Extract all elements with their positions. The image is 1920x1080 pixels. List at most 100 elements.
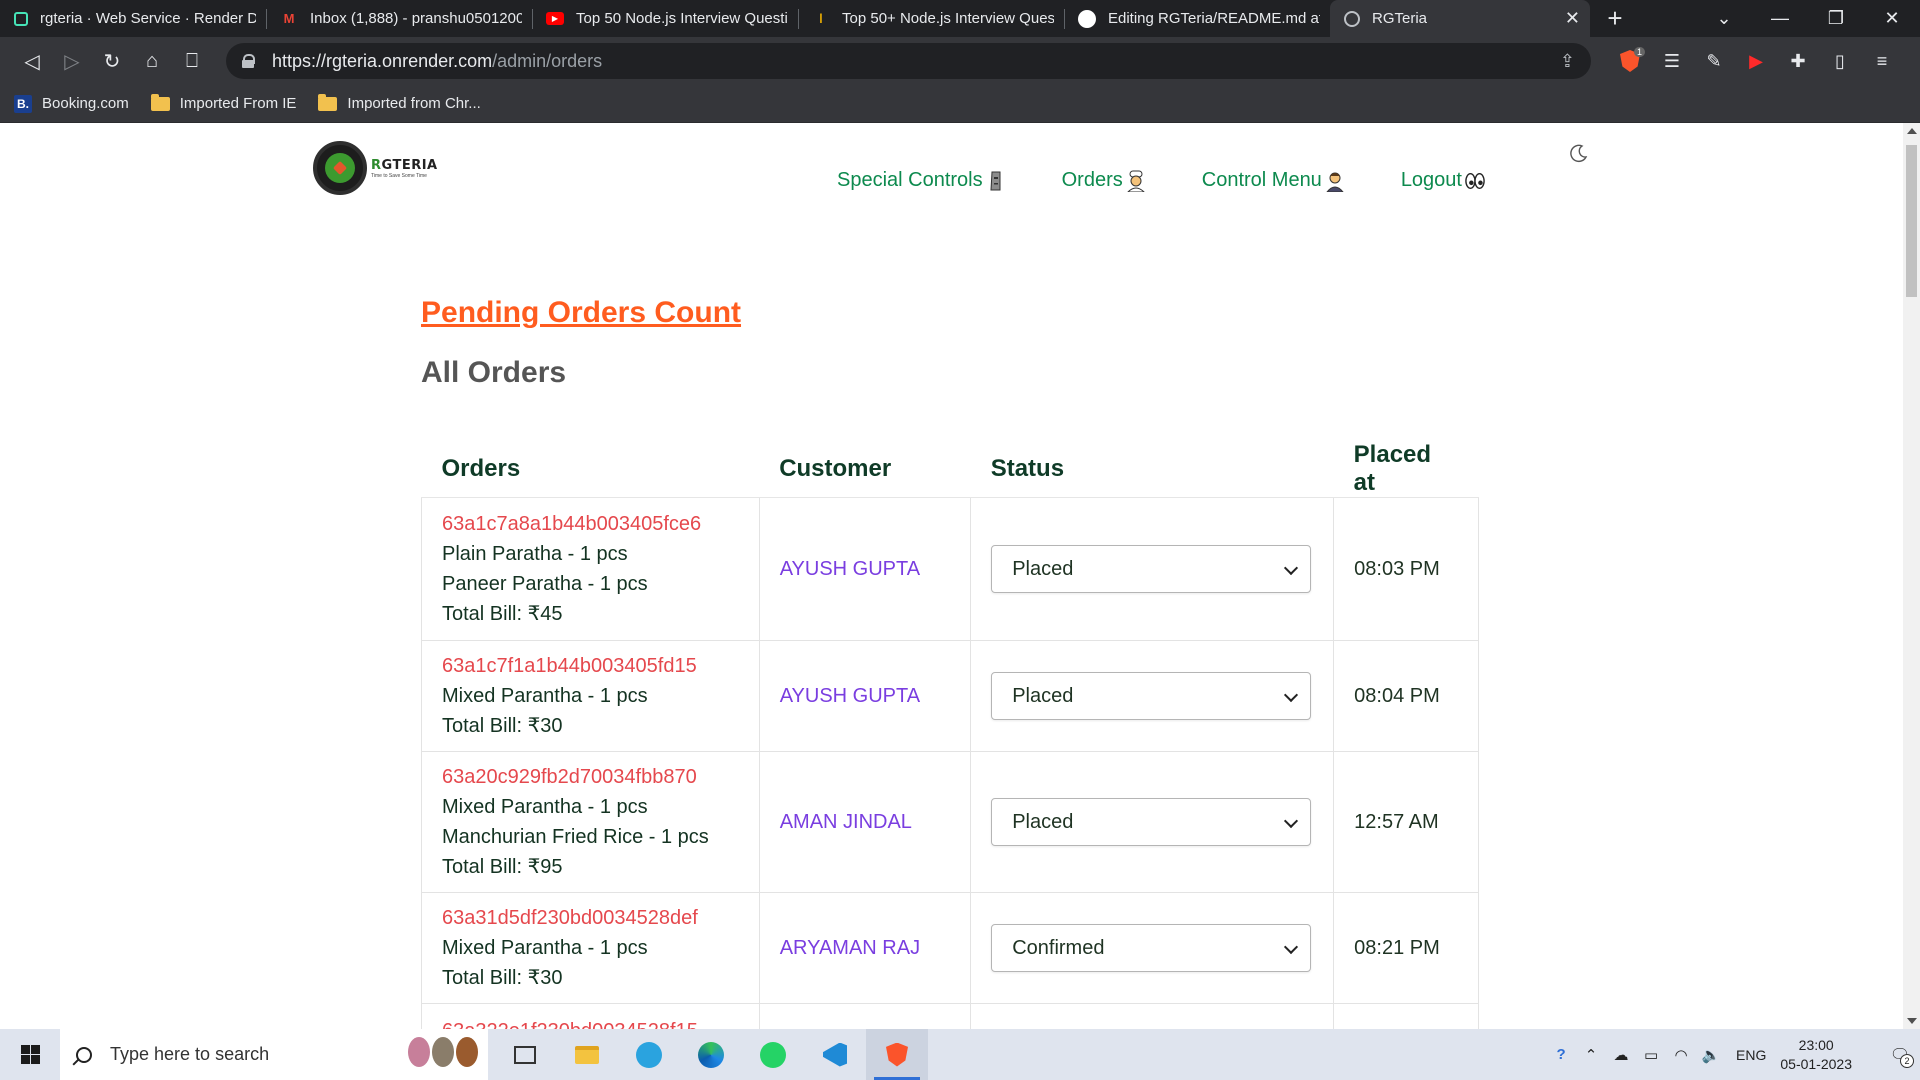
window-close-button[interactable]: ✕ xyxy=(1864,0,1920,37)
chevron-up-icon[interactable]: ⌃ xyxy=(1576,1046,1606,1064)
home-button[interactable]: ⌂ xyxy=(132,43,172,79)
task-view-button[interactable] xyxy=(494,1029,556,1080)
browser-tab[interactable]: Editing RGTeria/README.md at m xyxy=(1064,0,1330,37)
eyes-icon xyxy=(1465,170,1485,192)
status-select[interactable]: Placed xyxy=(991,798,1312,846)
file-explorer-button[interactable] xyxy=(556,1029,618,1080)
pending-orders-count-link[interactable]: Pending Orders Count xyxy=(421,296,741,330)
language-indicator[interactable]: ENG xyxy=(1736,1047,1766,1063)
status-cell xyxy=(970,1003,1335,1029)
clock[interactable]: 23:00 05-01-2023 xyxy=(1780,1036,1852,1074)
brave-icon xyxy=(886,1042,908,1067)
order-id[interactable]: 63a31d5df230bd0034528def xyxy=(442,903,739,933)
column-header-customer: Customer xyxy=(759,441,971,498)
new-tab-button[interactable]: + xyxy=(1590,0,1640,37)
back-button[interactable]: ◁ xyxy=(12,43,52,79)
folder-icon xyxy=(318,93,338,111)
order-id[interactable]: 63a20c929fb2d70034fbb870 xyxy=(442,762,739,792)
tab-title: Editing RGTeria/README.md at m xyxy=(1108,10,1320,27)
address-bar[interactable]: https://rgteria.onrender.com/admin/order… xyxy=(226,43,1591,79)
extensions-icon[interactable]: ✚ xyxy=(1777,43,1819,79)
pen-icon[interactable]: ✎ xyxy=(1693,43,1735,79)
start-button[interactable] xyxy=(0,1029,60,1080)
reading-list-icon[interactable]: ☰ xyxy=(1651,43,1693,79)
scrollbar-thumb[interactable] xyxy=(1906,145,1917,297)
table-row: 63a20c929fb2d70034fbb870 Mixed Parantha … xyxy=(421,751,1479,893)
placed-at-cell xyxy=(1333,1003,1479,1029)
edge-button[interactable] xyxy=(680,1029,742,1080)
dark-mode-toggle-icon[interactable] xyxy=(1569,143,1589,163)
browser-tab[interactable]: rgteria · Web Service · Render D xyxy=(0,0,266,37)
order-id[interactable]: 63a1c7f1a1b44b003405fd15 xyxy=(442,651,739,681)
system-tray: ? ⌃ ☁ ▭ ◠ 🔈 ENG 23:00 05-01-2023 🗨 2 xyxy=(1546,1029,1920,1080)
scroll-up-icon[interactable] xyxy=(1907,128,1917,134)
main-nav: Special Controls Orders Control Menu Log… xyxy=(837,169,1541,192)
close-icon[interactable]: ✕ xyxy=(1565,8,1580,29)
forward-button[interactable]: ▷ xyxy=(52,43,92,79)
status-select[interactable]: Placed xyxy=(991,545,1312,593)
orders-table: Orders Customer Status Placed at 63a1c7a… xyxy=(421,441,1479,1029)
order-item: Paneer Paratha - 1 pcs xyxy=(442,573,648,595)
youtube-icon: ▶ xyxy=(546,12,564,25)
share-icon[interactable]: ⇪ xyxy=(1560,51,1575,72)
notification-button[interactable]: 🗨 2 xyxy=(1880,1029,1920,1080)
volume-icon[interactable]: 🔈 xyxy=(1696,1046,1726,1064)
sidebar-icon[interactable]: ▯ xyxy=(1819,43,1861,79)
brave-shields-button[interactable]: 1 xyxy=(1609,43,1651,79)
url-host: https://rgteria.onrender.com xyxy=(272,50,493,71)
customer-name: AYUSH GUPTA xyxy=(758,497,972,641)
bookmarks-bar: B. Booking.com Imported From IE Imported… xyxy=(0,85,1920,123)
video-extension-icon[interactable]: ▶ xyxy=(1735,43,1777,79)
onedrive-icon[interactable]: ☁ xyxy=(1606,1046,1636,1064)
battery-icon[interactable]: ▭ xyxy=(1636,1046,1666,1064)
browser-tab-active[interactable]: RGTeria ✕ xyxy=(1330,0,1590,37)
brave-button[interactable] xyxy=(866,1029,928,1080)
order-id[interactable]: 63a322e1f230bd0034528f15 xyxy=(442,1016,739,1029)
article-icon: ǀ xyxy=(819,11,823,26)
tab-title: rgteria · Web Service · Render D xyxy=(40,10,256,27)
browser-tab[interactable]: ǀ Top 50+ Node.js Interview Questi xyxy=(798,0,1064,37)
restore-button[interactable]: ❐ xyxy=(1808,0,1864,37)
browser-tab[interactable]: ▶ Top 50 Node.js Interview Questio xyxy=(532,0,798,37)
menu-icon[interactable]: ≡ xyxy=(1861,43,1903,79)
page-scrollbar[interactable] xyxy=(1903,123,1920,1029)
site-logo[interactable]: RGTERIA Time to Save Some Time xyxy=(313,141,438,195)
whatsapp-button[interactable] xyxy=(742,1029,804,1080)
reload-button[interactable]: ↻ xyxy=(92,43,132,79)
chevron-down-icon xyxy=(1284,939,1299,955)
chevron-down-icon xyxy=(1284,813,1299,829)
nav-control-menu[interactable]: Control Menu xyxy=(1202,169,1345,192)
bookmark-booking[interactable]: B. Booking.com xyxy=(14,94,129,113)
scroll-down-icon[interactable] xyxy=(1907,1018,1917,1024)
clock-time: 23:00 xyxy=(1798,1036,1834,1053)
folder-icon xyxy=(150,93,170,111)
bookmark-icon[interactable]: ⎕ xyxy=(172,43,212,79)
browser-tab[interactable]: M Inbox (1,888) - pranshu05012002 xyxy=(266,0,532,37)
telegram-icon xyxy=(636,1041,662,1068)
order-cell: 63a20c929fb2d70034fbb870 Mixed Parantha … xyxy=(421,751,760,893)
taskbar-search[interactable]: Type here to search xyxy=(60,1029,488,1080)
logo-tagline: Time to Save Some Time xyxy=(371,172,427,179)
status-select[interactable]: Confirmed xyxy=(991,924,1312,972)
status-select[interactable]: Placed xyxy=(991,672,1312,720)
tab-search-icon[interactable]: ⌄ xyxy=(1696,0,1752,37)
brave-shield-badge: 1 xyxy=(1633,47,1645,57)
task-view-icon xyxy=(514,1045,536,1064)
vscode-button[interactable] xyxy=(804,1029,866,1080)
bookmark-folder-ie[interactable]: Imported From IE xyxy=(150,93,296,112)
nav-logout[interactable]: Logout xyxy=(1401,169,1485,192)
order-id[interactable]: 63a1c7a8a1b44b003405fce6 xyxy=(442,509,739,539)
order-cell: 63a1c7f1a1b44b003405fd15 Mixed Parantha … xyxy=(421,640,760,752)
placed-at-time: 08:03 PM xyxy=(1333,497,1479,641)
nav-orders[interactable]: Orders xyxy=(1062,169,1146,192)
minimize-button[interactable]: — xyxy=(1752,0,1808,37)
table-row: 63a31d5df230bd0034528def Mixed Parantha … xyxy=(421,892,1479,1004)
telegram-button[interactable] xyxy=(618,1029,680,1080)
wifi-icon[interactable]: ◠ xyxy=(1666,1046,1696,1064)
bookmark-label: Imported from Chr... xyxy=(347,95,481,112)
help-icon[interactable]: ? xyxy=(1546,1046,1576,1063)
bookmark-folder-chrome[interactable]: Imported from Chr... xyxy=(318,93,481,112)
nav-special-controls[interactable]: Special Controls xyxy=(837,169,1006,192)
status-cell: Confirmed xyxy=(970,892,1335,1004)
order-item: Plain Paratha - 1 pcs xyxy=(442,543,628,565)
